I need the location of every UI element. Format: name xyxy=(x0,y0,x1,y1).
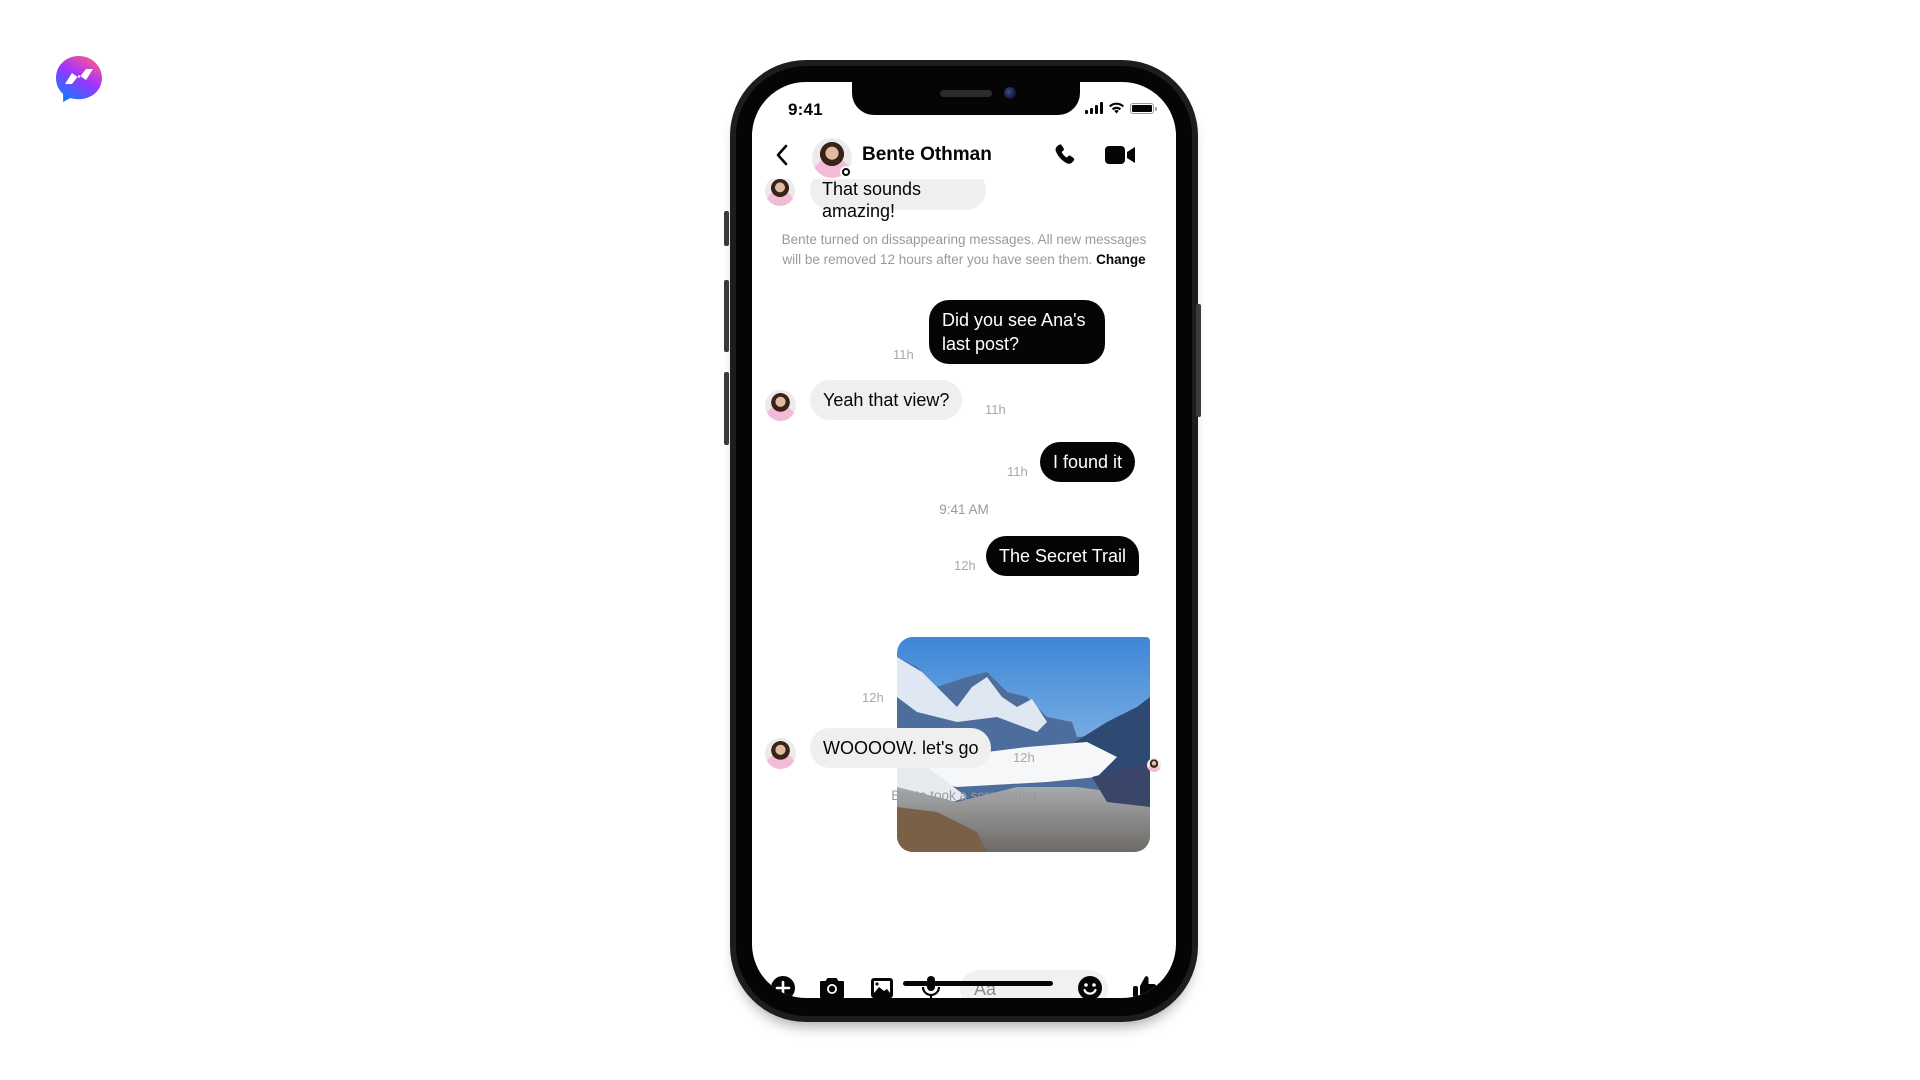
contact-name[interactable]: Bente Othman xyxy=(862,144,992,166)
conversation-header: Bente Othman xyxy=(752,132,1176,179)
message-timestamp: 12h xyxy=(862,690,884,705)
front-camera xyxy=(1004,87,1016,99)
message-list[interactable]: That sounds amazing! Bente turned on dis… xyxy=(752,82,1176,998)
message-bubble-incoming[interactable]: Yeah that view? xyxy=(810,380,963,420)
volume-down-button xyxy=(724,372,729,445)
message-timestamp: 11h xyxy=(893,347,914,362)
disappearing-messages-notice: Bente turned on dissappearing messages. … xyxy=(781,232,1147,267)
message-bubble-incoming[interactable]: WOOOOW. let's go xyxy=(810,728,992,768)
messenger-logo-icon xyxy=(56,56,102,102)
phone-screen: 9:41 That sounds amazing! Bente turned o… xyxy=(752,82,1176,998)
chevron-left-icon[interactable] xyxy=(768,140,798,170)
phone-frame: 9:41 That sounds amazing! Bente turned o… xyxy=(724,60,1201,1022)
home-indicator[interactable] xyxy=(903,981,1053,986)
mute-switch xyxy=(724,211,729,246)
read-receipt-avatar xyxy=(1147,758,1161,772)
volume-up-button xyxy=(724,280,729,352)
message-timestamp: 12h xyxy=(954,558,976,573)
message-bubble-outgoing[interactable]: The Secret Trail xyxy=(986,536,1140,576)
screenshot-notice: Bente took a screenshot xyxy=(891,788,1037,803)
camera-icon[interactable] xyxy=(817,973,847,998)
message-bubble-outgoing[interactable]: I found it xyxy=(1040,442,1136,482)
disappearing-mode-badge xyxy=(840,166,852,178)
contact-avatar[interactable] xyxy=(765,390,796,421)
plus-circle-icon[interactable] xyxy=(768,973,798,998)
message-bubble-outgoing[interactable]: Did you see Ana's last post? xyxy=(929,300,1105,364)
power-button xyxy=(1196,304,1201,417)
earpiece-speaker xyxy=(940,90,992,97)
notch xyxy=(852,82,1080,115)
contact-avatar xyxy=(765,176,795,206)
change-link[interactable]: Change xyxy=(1096,252,1146,267)
time-divider: 9:41 AM xyxy=(939,502,989,517)
message-timestamp: 11h xyxy=(1007,464,1028,479)
message-timestamp: 12h xyxy=(1013,750,1035,765)
phone-icon[interactable] xyxy=(1052,142,1078,168)
video-camera-icon[interactable] xyxy=(1104,142,1136,168)
image-icon[interactable] xyxy=(867,973,897,998)
contact-avatar[interactable] xyxy=(765,738,796,769)
thumbs-up-icon[interactable] xyxy=(1130,973,1160,998)
message-timestamp: 11h xyxy=(985,402,1006,417)
emoji-icon[interactable] xyxy=(1075,973,1105,998)
